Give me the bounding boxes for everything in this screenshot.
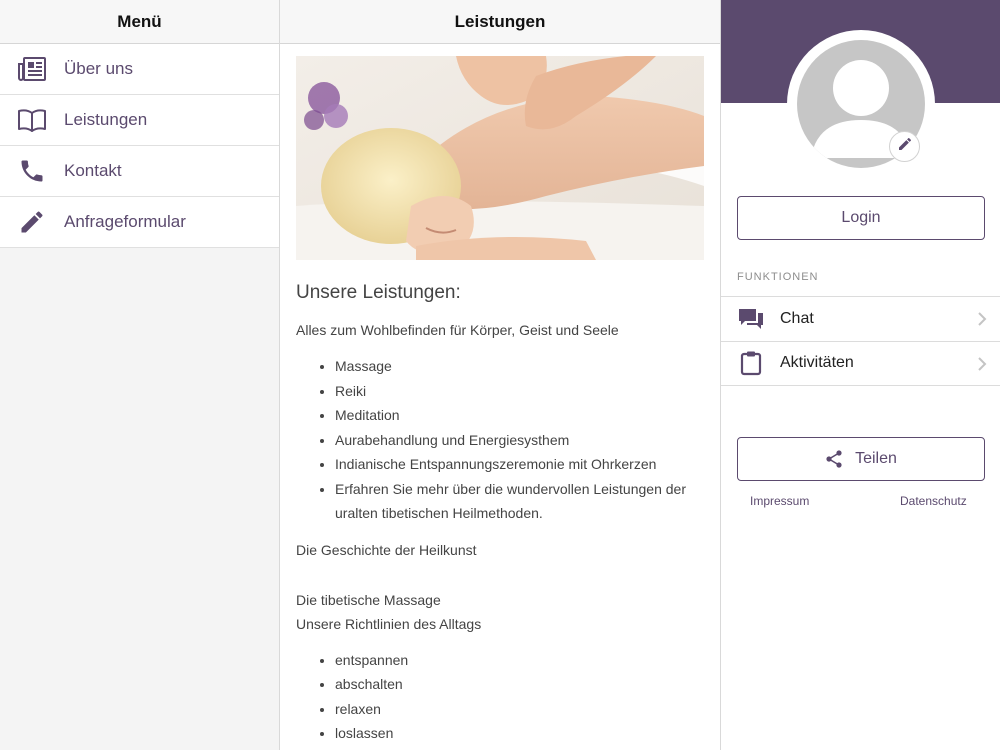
list-item: Indianische Entspannungszeremonie mit Oh… [335,452,706,477]
pencil-icon [897,136,913,157]
book-icon [17,105,47,135]
chevron-right-icon [977,311,987,332]
history-text: Die Geschichte der Heilkunst [296,541,477,558]
massage-title: Die tibetische Massage [296,591,441,608]
list-item: Massage [335,354,706,379]
list-item: loslassen [335,721,706,746]
list-item: Meditation [335,403,706,428]
menu-list: Über uns Leistungen Kontakt Anfrageformu… [0,44,279,248]
list-item: entspannen [335,648,706,673]
profile-panel: Login FUNKTIONEN Chat Aktivitäten Teilen… [720,0,1000,750]
function-item-label: Chat [780,309,814,327]
menu-item-label: Kontakt [64,161,122,180]
share-button[interactable]: Teilen [737,437,985,481]
datenschutz-link[interactable]: Datenschutz [900,494,967,508]
list-item: Reiki [335,379,706,404]
massage-photo [296,56,704,260]
services-content: Unsere Leistungen: Alles zum Wohlbefinde… [296,282,706,750]
menu-item-label: Anfrageformular [64,212,186,231]
guidelines-list: entspannen abschalten relaxen loslassen [335,648,706,746]
newspaper-icon [17,54,47,84]
function-item-chat[interactable]: Chat [721,297,1000,342]
menu-item-ueber-uns[interactable]: Über uns [0,44,279,95]
phone-icon [17,156,47,186]
guidelines-title: Unsere Richtlinien des Alltags [296,615,482,632]
clipboard-icon [738,350,764,376]
menu-title: Menü [0,0,279,44]
menu-item-leistungen[interactable]: Leistungen [0,95,279,146]
list-item: Erfahren Sie mehr über die wundervollen … [335,477,706,526]
function-item-aktivitaeten[interactable]: Aktivitäten [721,342,1000,386]
list-item: relaxen [335,697,706,722]
edit-avatar-button[interactable] [889,131,920,162]
function-item-label: Aktivitäten [780,354,854,372]
chat-icon [738,306,764,332]
menu-item-label: Über uns [64,59,133,78]
menu-item-kontakt[interactable]: Kontakt [0,146,279,197]
share-icon [825,450,843,468]
login-button[interactable]: Login [737,196,985,240]
menu-panel: Menü Über uns Leistungen Kontakt Anfrage… [0,0,280,750]
functions-section-label: FUNKTIONEN [737,271,819,283]
menu-item-anfrageformular[interactable]: Anfrageformular [0,197,279,248]
page-title: Leistungen [280,0,720,44]
chevron-right-icon [977,356,987,377]
content-panel: Leistungen Unsere Leistungen: Alles zum … [280,0,720,750]
menu-item-label: Leistungen [64,110,148,129]
impressum-link[interactable]: Impressum [750,494,809,508]
services-heading: Unsere Leistungen: [296,282,461,303]
list-item: Aurabehandlung und Energiesysthem [335,428,706,453]
services-intro: Alles zum Wohlbefinden für Körper, Geist… [296,322,619,338]
share-label: Teilen [855,450,897,467]
functions-list: Chat Aktivitäten [721,296,1000,386]
pencil-icon [17,207,47,237]
services-list: Massage Reiki Meditation Aurabehandlung … [335,354,706,526]
list-item: abschalten [335,672,706,697]
